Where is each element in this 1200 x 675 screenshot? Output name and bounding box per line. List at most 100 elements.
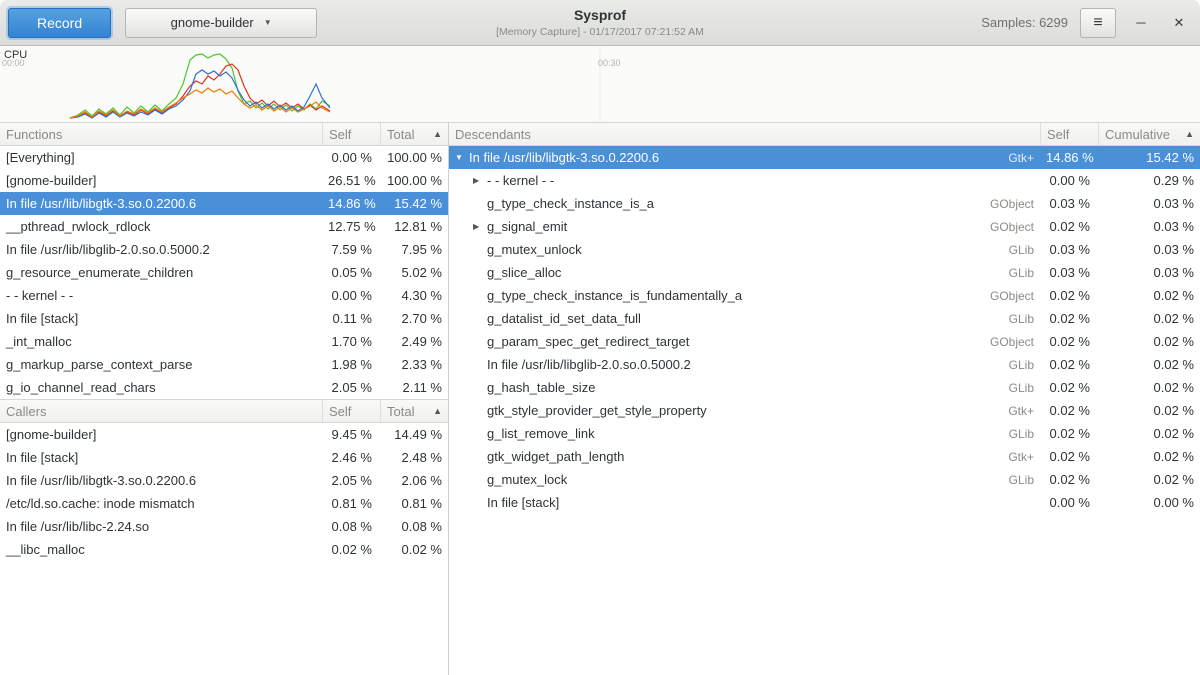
table-row[interactable]: g_slice_allocGLib0.03 %0.03 % (449, 261, 1200, 284)
callers-column-header[interactable]: Callers (0, 400, 322, 422)
table-row[interactable]: g_list_remove_linkGLib0.02 %0.02 % (449, 422, 1200, 445)
expander-open-icon[interactable]: ▼ (455, 153, 469, 162)
table-row[interactable]: g_type_check_instance_is_aGObject0.03 %0… (449, 192, 1200, 215)
callers-table-header: Callers Self Total ▲ (0, 399, 448, 423)
table-row[interactable]: g_hash_table_sizeGLib0.02 %0.02 % (449, 376, 1200, 399)
descendants-column-header[interactable]: Descendants (449, 123, 1040, 145)
left-pane: Functions Self Total ▲ [Everything]0.00 … (0, 122, 448, 675)
expander-closed-icon[interactable]: ▶ (473, 222, 487, 231)
cumulative-percent: 0.02 % (1098, 357, 1200, 372)
library-badge: GLib (1001, 243, 1034, 257)
table-row[interactable]: ▼In file /usr/lib/libgtk-3.so.0.2200.6 Gt… (449, 146, 1200, 169)
self-column-header[interactable]: Self (322, 123, 380, 145)
table-row[interactable]: In file /usr/lib/libc-2.24.so0.08 %0.08 … (0, 515, 448, 538)
cpu-timeline-graph[interactable]: CPU 00:00 00:30 (0, 46, 1200, 122)
function-name: In file /usr/lib/libgtk-3.so.0.2200.6 (0, 196, 322, 211)
library-badge: GObject (982, 220, 1034, 234)
self-percent: 2.46 % (322, 450, 380, 465)
table-row[interactable]: __pthread_rwlock_rdlock12.75 %12.81 % (0, 215, 448, 238)
caller-name: [gnome-builder] (0, 427, 322, 442)
close-icon: ✕ (1174, 15, 1185, 31)
callers-table-body: [gnome-builder]9.45 %14.49 %In file [sta… (0, 423, 448, 561)
table-row[interactable]: ▶- - kernel - -0.00 %0.29 % (449, 169, 1200, 192)
table-row[interactable]: In file [stack]2.46 %2.48 % (0, 446, 448, 469)
total-column-label: Total (387, 127, 414, 142)
functions-table-header: Functions Self Total ▲ (0, 122, 448, 146)
descendant-name-cell: g_param_spec_get_redirect_targetGObject (449, 334, 1040, 349)
table-row[interactable]: gtk_style_provider_get_style_propertyGtk… (449, 399, 1200, 422)
descendant-name-cell: gtk_widget_path_lengthGtk+ (449, 449, 1040, 464)
self-percent: 0.08 % (322, 519, 380, 534)
descendant-name: gtk_widget_path_length (487, 449, 624, 464)
self-percent: 9.45 % (322, 427, 380, 442)
sysprof-window: Record gnome-builder ▼ Sysprof [Memory C… (0, 0, 1200, 675)
descendant-name: g_type_check_instance_is_fundamentally_a (487, 288, 742, 303)
self-percent: 26.51 % (322, 173, 380, 188)
total-percent: 2.33 % (380, 357, 448, 372)
expander-closed-icon[interactable]: ▶ (473, 176, 487, 185)
library-badge: Gtk+ (1000, 404, 1034, 418)
table-row[interactable]: gtk_widget_path_lengthGtk+0.02 %0.02 % (449, 445, 1200, 468)
function-name: _int_malloc (0, 334, 322, 349)
cumulative-column-label: Cumulative (1105, 127, 1170, 142)
total-percent: 2.49 % (380, 334, 448, 349)
table-row[interactable]: In file /usr/lib/libgtk-3.so.0.2200.614.… (0, 192, 448, 215)
menu-button[interactable]: ≡ (1080, 8, 1116, 38)
self-percent: 0.02 % (1040, 219, 1098, 234)
total-column-header[interactable]: Total ▲ (380, 123, 448, 145)
close-button[interactable]: ✕ (1166, 10, 1192, 36)
descendant-name: g_list_remove_link (487, 426, 595, 441)
caller-name: In file [stack] (0, 450, 322, 465)
descendant-name-cell: g_hash_table_sizeGLib (449, 380, 1040, 395)
table-row[interactable]: g_datalist_id_set_data_fullGLib0.02 %0.0… (449, 307, 1200, 330)
table-row[interactable]: g_mutex_unlockGLib0.03 %0.03 % (449, 238, 1200, 261)
self-percent: 0.02 % (1040, 357, 1098, 372)
table-row[interactable]: In file /usr/lib/libglib-2.0.so.0.5000.2… (0, 238, 448, 261)
table-row[interactable]: g_resource_enumerate_children0.05 %5.02 … (0, 261, 448, 284)
function-name: In file [stack] (0, 311, 322, 326)
self-column-header[interactable]: Self (1040, 123, 1098, 145)
table-row[interactable]: g_type_check_instance_is_fundamentally_a… (449, 284, 1200, 307)
descendant-name-cell: gtk_style_provider_get_style_propertyGtk… (449, 403, 1040, 418)
table-row[interactable]: __libc_malloc0.02 %0.02 % (0, 538, 448, 561)
table-row[interactable]: In file /usr/lib/libglib-2.0.so.0.5000.2… (449, 353, 1200, 376)
table-row[interactable]: [gnome-builder]9.45 %14.49 % (0, 423, 448, 446)
target-dropdown[interactable]: gnome-builder ▼ (125, 8, 317, 38)
table-row[interactable]: /etc/ld.so.cache: inode mismatch0.81 %0.… (0, 492, 448, 515)
table-row[interactable]: g_io_channel_read_chars2.05 %2.11 % (0, 376, 448, 399)
table-row[interactable]: [Everything]0.00 %100.00 % (0, 146, 448, 169)
cumulative-column-header[interactable]: Cumulative ▲ (1098, 123, 1200, 145)
descendant-name-cell: ▶g_signal_emitGObject (449, 219, 1040, 234)
table-row[interactable]: [gnome-builder]26.51 %100.00 % (0, 169, 448, 192)
library-badge: Gtk+ (1000, 151, 1034, 165)
table-row[interactable]: In file [stack]0.00 %0.00 % (449, 491, 1200, 514)
minimize-button[interactable]: ─ (1128, 10, 1154, 36)
sort-arrow-icon: ▲ (1185, 129, 1194, 139)
table-row[interactable]: g_mutex_lockGLib0.02 %0.02 % (449, 468, 1200, 491)
descendant-name: g_slice_alloc (487, 265, 561, 280)
caller-name: In file /usr/lib/libgtk-3.so.0.2200.6 (0, 473, 322, 488)
library-badge: GLib (1001, 473, 1034, 487)
descendant-name: g_param_spec_get_redirect_target (487, 334, 689, 349)
table-row[interactable]: In file /usr/lib/libgtk-3.so.0.2200.62.0… (0, 469, 448, 492)
table-row[interactable]: - - kernel - -0.00 %4.30 % (0, 284, 448, 307)
table-row[interactable]: _int_malloc1.70 %2.49 % (0, 330, 448, 353)
library-badge: GObject (982, 289, 1034, 303)
sort-arrow-icon: ▲ (433, 129, 442, 139)
record-button[interactable]: Record (8, 8, 111, 38)
table-row[interactable]: g_param_spec_get_redirect_targetGObject0… (449, 330, 1200, 353)
library-badge: GLib (1001, 312, 1034, 326)
self-column-header[interactable]: Self (322, 400, 380, 422)
descendant-name: In file /usr/lib/libgtk-3.so.0.2200.6 (469, 150, 659, 165)
target-dropdown-label: gnome-builder (171, 15, 254, 30)
table-row[interactable]: g_markup_parse_context_parse1.98 %2.33 % (0, 353, 448, 376)
caller-name: __libc_malloc (0, 542, 322, 557)
descendant-name: In file /usr/lib/libglib-2.0.so.0.5000.2 (487, 357, 691, 372)
functions-column-header[interactable]: Functions (0, 123, 322, 145)
table-row[interactable]: In file [stack]0.11 %2.70 % (0, 307, 448, 330)
table-row[interactable]: ▶g_signal_emitGObject0.02 %0.03 % (449, 215, 1200, 238)
self-percent: 0.02 % (1040, 449, 1098, 464)
cpu-orange-line (70, 88, 330, 118)
total-column-header[interactable]: Total ▲ (380, 400, 448, 422)
descendant-name-cell: g_slice_allocGLib (449, 265, 1040, 280)
